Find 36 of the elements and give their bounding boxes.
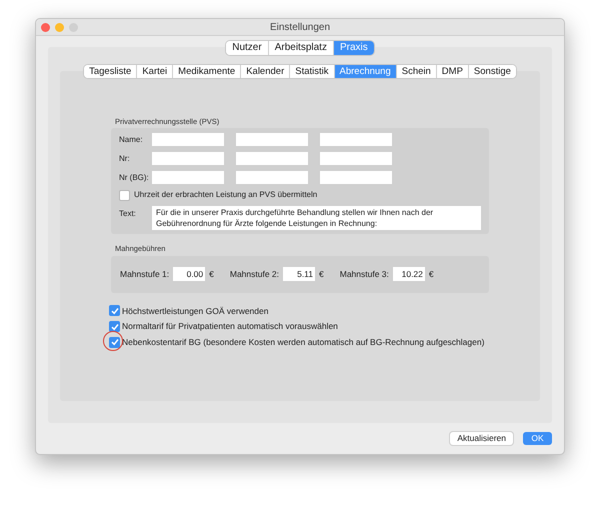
input-field[interactable] <box>152 171 224 184</box>
input-field[interactable] <box>152 152 224 166</box>
amount-field[interactable]: 5.11 <box>283 267 316 281</box>
checkbox-label: Nebenkostentarif BG (besondere Kosten werden automatisch auf BG-Rechnung aufgeschlagen) <box>122 336 484 349</box>
field-label: Nr: <box>119 152 131 165</box>
tab[interactable]: Sonstige <box>468 65 516 78</box>
field-label: Text: <box>119 208 137 220</box>
checkbox[interactable] <box>119 190 130 201</box>
field-label: Mahnstufe 1: <box>120 268 170 280</box>
input-field[interactable] <box>320 133 392 146</box>
field-label: Mahnstufe 3: <box>340 268 389 280</box>
input-field[interactable] <box>236 171 308 184</box>
field-label: Mahnstufe 2: <box>230 268 280 280</box>
checkbox[interactable] <box>109 336 120 348</box>
minimize-button[interactable] <box>55 22 64 32</box>
field-label: Nr (BG): <box>119 172 150 184</box>
window-title: Einstellungen <box>270 20 330 34</box>
input-field[interactable] <box>236 133 308 146</box>
amount-field[interactable]: 0.00 <box>173 267 206 281</box>
currency-label: € <box>319 268 324 280</box>
currency-label: € <box>209 268 214 280</box>
text-area[interactable]: Für die in unserer Praxis durchgeführte Behandlung stellen wir Ihnen nach der Gebührenordnung für Ärzte folgende Leistungen in Rechnung: <box>152 206 481 230</box>
input-field[interactable] <box>320 171 392 184</box>
close-button[interactable] <box>41 22 50 32</box>
currency-label: € <box>428 268 434 280</box>
field-label: Name: <box>119 134 144 146</box>
checkbox[interactable] <box>109 321 120 332</box>
checkbox-label: Normaltarif für Privatpatienten automatisch vorauswählen <box>122 320 338 333</box>
input-field[interactable] <box>152 133 224 146</box>
checkbox-label: Uhrzeit der erbrachten Leistung an PVS übermitteln <box>134 189 318 202</box>
amount-field[interactable]: 10.22 <box>392 267 425 281</box>
checkbox-label: Höchstwertleistungen GOÄ verwenden <box>122 304 268 318</box>
input-field[interactable] <box>236 152 308 166</box>
update-button[interactable]: Aktualisieren <box>450 432 513 445</box>
checkbox[interactable] <box>109 305 120 316</box>
input-field[interactable] <box>320 152 392 166</box>
